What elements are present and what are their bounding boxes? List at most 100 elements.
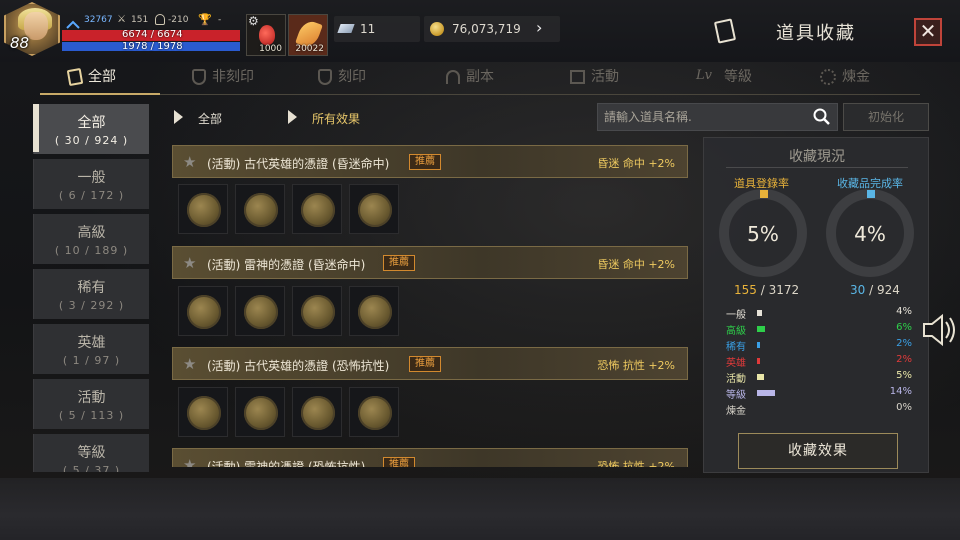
category-bar (757, 358, 760, 364)
potion-slot[interactable]: ⚙ 1000 (246, 14, 286, 56)
chevron-right-icon[interactable]: › (536, 18, 542, 37)
panel-title: 收藏現況 (789, 149, 845, 165)
medal-icon (187, 295, 221, 329)
category-filter[interactable]: 全部 (198, 110, 222, 127)
collection-effect-button[interactable]: 收藏效果 (738, 433, 898, 469)
tab-level[interactable]: Lv 等級 (696, 66, 752, 92)
item-slot[interactable] (178, 387, 228, 437)
sidebar-item-all[interactable]: 全部 ( 30 / 924 ) (33, 104, 149, 154)
bottom-fade (0, 478, 960, 540)
category-name: 高級 (726, 326, 746, 337)
title-divider (726, 167, 908, 168)
favorite-star-icon[interactable]: ★ (183, 254, 196, 272)
completed-value: 30 (850, 283, 866, 297)
lv-icon: Lv (696, 68, 712, 83)
collection-header[interactable]: ★ (活動) 古代英雄的憑證 (昏迷命中) 推薦 昏迷 命中 +2% (172, 145, 688, 178)
item-slot[interactable] (292, 184, 342, 234)
reset-button[interactable]: 初始化 (843, 103, 929, 131)
tab-engrave[interactable]: 刻印 (318, 66, 366, 92)
sidebar-item-count: ( 5 / 37 ) (62, 464, 121, 472)
favorite-star-icon[interactable]: ★ (183, 153, 196, 171)
sidebar-item-count: ( 10 / 189 ) (54, 244, 129, 257)
category-row: 稀有 2% (726, 338, 912, 353)
completed-total: 924 (876, 283, 900, 297)
gem-currency: 11 (334, 16, 420, 42)
category-percent: 0% (896, 402, 912, 413)
alchemy-icon (820, 69, 836, 85)
medal-icon (244, 295, 278, 329)
sidebar-item-count: ( 5 / 113 ) (58, 409, 125, 422)
sidebar-item-hero[interactable]: 英雄 ( 1 / 97 ) (33, 324, 149, 374)
favorite-star-icon[interactable]: ★ (183, 355, 196, 373)
effect-dropdown-arrow[interactable] (288, 110, 297, 124)
sidebar-item-count: ( 1 / 97 ) (62, 354, 121, 367)
completed-count: 30 / 924 (850, 283, 900, 297)
medal-icon (301, 396, 335, 430)
tab-non-engrave[interactable]: 非刻印 (192, 66, 254, 92)
effect-filter[interactable]: 所有效果 (312, 110, 360, 127)
favorite-star-icon[interactable]: ★ (183, 456, 196, 467)
medal-icon (301, 193, 335, 227)
sidebar-item-label: 活動 (77, 390, 106, 406)
item-slot[interactable] (235, 387, 285, 437)
collection-list: ★ (活動) 古代英雄的憑證 (昏迷命中) 推薦 昏迷 命中 +2% ★ (活動… (166, 137, 694, 467)
sidebar-item-normal[interactable]: 一般 ( 6 / 172 ) (33, 159, 149, 209)
tab-level-label: 等級 (724, 69, 752, 85)
book-icon (66, 67, 84, 87)
tab-event[interactable]: 活動 (570, 66, 619, 92)
recommended-badge: 推薦 (409, 154, 441, 170)
category-row: 英雄 2% (726, 354, 912, 369)
medal-icon (358, 193, 392, 227)
registered-count: 155 / 3172 (734, 283, 799, 297)
sidebar-item-count: ( 6 / 172 ) (58, 189, 125, 202)
sidebar-item-event[interactable]: 活動 ( 5 / 113 ) (33, 379, 149, 429)
sidebar-item-rare[interactable]: 稀有 ( 3 / 292 ) (33, 269, 149, 319)
item-slot[interactable] (349, 286, 399, 336)
registration-percent: 5% (747, 222, 779, 246)
item-slot[interactable] (235, 286, 285, 336)
recommended-badge: 推薦 (383, 255, 415, 271)
tab-event-label: 活動 (591, 69, 619, 85)
collection-name: (活動) 雷神的憑證 (昏迷命中) (207, 258, 366, 272)
collection-header[interactable]: ★ (活動) 雷神的憑證 (恐怖抗性) 推薦 恐怖 抗性 +2% (172, 448, 688, 467)
trophy-value: - (218, 15, 222, 25)
side-menu-handle[interactable] (918, 310, 960, 350)
gear-icon[interactable]: ⚙ (248, 14, 259, 28)
search-box (597, 103, 838, 131)
item-slot[interactable] (292, 286, 342, 336)
search-icon[interactable] (813, 108, 831, 130)
defense-value: -210 (168, 15, 189, 25)
gem-count: 11 (360, 22, 376, 36)
power-value: 32767 (84, 15, 113, 25)
tab-dungeon-label: 副本 (466, 69, 494, 85)
item-slot[interactable] (178, 184, 228, 234)
tab-all[interactable]: 全部 (66, 66, 116, 92)
sidebar-item-advanced[interactable]: 高級 ( 10 / 189 ) (33, 214, 149, 264)
collection-header[interactable]: ★ (活動) 古代英雄的憑證 (恐怖抗性) 推薦 恐怖 抗性 +2% (172, 347, 688, 380)
collection-header[interactable]: ★ (活動) 雷神的憑證 (昏迷命中) 推薦 昏迷 命中 +2% (172, 246, 688, 279)
mp-text: 1978 / 1978 (122, 41, 183, 52)
search-input[interactable] (604, 108, 804, 126)
registered-total: 3172 (768, 283, 800, 297)
close-button[interactable]: ✕ (914, 18, 942, 46)
tab-alchemy[interactable]: 煉金 (820, 66, 870, 92)
item-slot[interactable] (292, 387, 342, 437)
collection-status-panel: 收藏現況 道具登錄率 收藏品完成率 5% 4% 155 / 3172 30 / … (703, 137, 929, 473)
tab-dungeon[interactable]: 副本 (446, 66, 494, 92)
sidebar-item-label: 高級 (77, 225, 106, 241)
medal-icon (301, 295, 335, 329)
sidebar-item-level[interactable]: 等級 ( 5 / 37 ) (33, 434, 149, 472)
item-slot[interactable] (178, 286, 228, 336)
medal-icon (358, 295, 392, 329)
gift-icon (570, 70, 585, 84)
item-slot[interactable] (235, 184, 285, 234)
category-dropdown-arrow[interactable] (174, 110, 183, 124)
item-slot[interactable] (349, 387, 399, 437)
defense-icon (155, 14, 165, 25)
feather-slot[interactable]: 20022 (288, 14, 328, 56)
sidebar-item-label: 英雄 (77, 335, 106, 351)
engrave-icon (318, 69, 332, 85)
item-slot[interactable] (349, 184, 399, 234)
sidebar-item-label: 稀有 (77, 280, 106, 296)
category-percent: 2% (896, 338, 912, 349)
